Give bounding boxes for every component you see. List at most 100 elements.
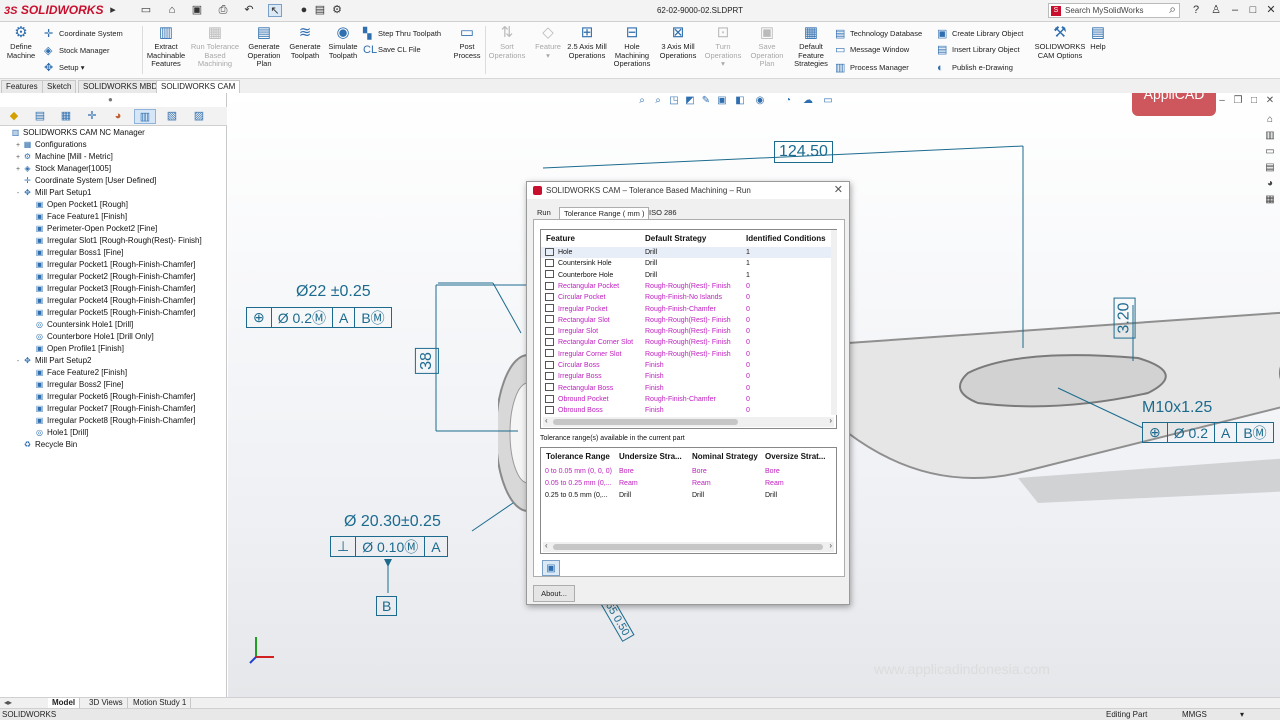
feature-row[interactable]: Irregular Corner Slot Rough-Rough(Rest)- … — [541, 349, 831, 360]
help-button[interactable]: ▤ Help — [1086, 24, 1110, 52]
feature-control-frame-1[interactable]: ⊕ Ø 0.2Ⓜ A BⓂ — [246, 307, 392, 328]
search-icon[interactable]: ⌕ — [1169, 3, 1176, 16]
view-palette-icon[interactable]: ▤ — [1263, 161, 1277, 175]
feature-row[interactable]: Circular Boss Finish 0 — [541, 360, 831, 371]
message-window-button[interactable]: ▭ Message Window — [835, 43, 909, 59]
feature-control-frame-3[interactable]: ⊥ Ø 0.10Ⓜ A — [330, 536, 448, 557]
undo-icon[interactable]: ↶ — [242, 4, 256, 17]
tolerance-range-row[interactable]: 0 to 0.05 mm (0, 0, 0) Bore Bore Bore — [541, 466, 837, 477]
25-axis-mill-operations-button[interactable]: ⊞ 2.5 Axis Mill Operations — [567, 24, 607, 60]
tree-item[interactable]: ▣ Irregular Pocket2 [Rough-Finish-Chamfer… — [2, 271, 226, 283]
minimize-button[interactable]: – — [1226, 3, 1244, 18]
tree-item[interactable]: ▣ Irregular Boss1 [Fine] — [2, 247, 226, 259]
insert-library-object-button[interactable]: ▤ Insert Library Object — [937, 43, 1020, 59]
tree-item[interactable]: ♻ Recycle Bin — [2, 439, 226, 451]
tree-item[interactable]: ▣ Irregular Pocket6 [Rough-Finish-Chamfer… — [2, 391, 226, 403]
user-icon[interactable]: ♙ — [1207, 3, 1225, 18]
rebuild-icon[interactable]: ● — [297, 4, 311, 17]
cam-operation-tree-tab-icon[interactable]: ▧ — [161, 109, 183, 124]
save-icon[interactable]: ▣ — [190, 4, 204, 17]
tree-item[interactable]: ▣ Irregular Pocket3 [Rough-Finish-Chamfer… — [2, 283, 226, 295]
turn-operations-button[interactable]: ⊡ Turn Operations ▾ — [702, 24, 744, 69]
file-explorer-icon[interactable]: ▭ — [1263, 145, 1277, 159]
feature-control-frame-2[interactable]: ⊕ Ø 0.2 A BⓂ — [1142, 422, 1274, 443]
default-feature-strategies-button[interactable]: ▦ Default Feature Strategies — [790, 24, 832, 69]
coordinate-system-button[interactable]: ✛ Coordinate System — [44, 27, 123, 43]
save-operation-plan-button[interactable]: ▣ Save Operation Plan — [746, 24, 788, 69]
feature-row[interactable]: Rectangular Boss Finish 0 — [541, 383, 831, 394]
status-options-icon[interactable]: ▾ — [1240, 709, 1244, 720]
post-process-button[interactable]: ▭ Post Process — [450, 24, 484, 60]
tree-item[interactable]: ▣ Perimeter-Open Pocket2 [Fine] — [2, 223, 226, 235]
tab-sketch[interactable]: Sketch — [42, 80, 77, 93]
tree-item[interactable]: ▣ Irregular Slot1 [Rough-Rough(Rest)- Fin… — [2, 235, 226, 247]
run-tbm-button[interactable]: ▦ Run Tolerance Based Machining — [190, 24, 240, 69]
help-icon[interactable]: ? — [1187, 3, 1205, 18]
feature-row[interactable]: Irregular Slot Rough-Rough(Rest)- Finish 0 — [541, 326, 831, 337]
tab-solidworks-mbd[interactable]: SOLIDWORKS MBD — [78, 80, 163, 93]
stock-manager-button[interactable]: ◈ Stock Manager — [44, 44, 109, 60]
feature-row[interactable]: Obround Pocket Rough-Finish-Chamfer 0 — [541, 394, 831, 405]
about-button[interactable]: About... — [533, 585, 575, 602]
tree-item[interactable]: - ✥ Mill Part Setup2 — [2, 355, 226, 367]
display-manager-tab-icon[interactable]: ◕ — [107, 109, 129, 124]
print-icon[interactable]: ⎙ — [216, 4, 230, 17]
cam-tool-tree-tab-icon[interactable]: ▨ — [188, 109, 210, 124]
file-properties-icon[interactable]: ▤ — [313, 4, 327, 17]
configuration-manager-tab-icon[interactable]: ▦ — [55, 109, 77, 124]
tree-item[interactable]: ◎ Countersink Hole1 [Drill] — [2, 319, 226, 331]
close-button[interactable]: ✕ — [1262, 3, 1280, 18]
tree-item[interactable]: + ⚙ Machine [Mill - Metric] — [2, 151, 226, 163]
appearances-icon[interactable]: ◕ — [1263, 177, 1277, 191]
tree-item[interactable]: - ✥ Mill Part Setup1 — [2, 187, 226, 199]
generate-toolpath-button[interactable]: ≋ Generate Toolpath — [286, 24, 324, 60]
dimension-diameter-20-30[interactable]: Ø 20.30±0.25 — [344, 513, 441, 531]
publish-edrawing-button[interactable]: ◐ Publish e-Drawing — [937, 61, 1013, 77]
tree-item[interactable]: ▣ Irregular Pocket1 [Rough-Finish-Chamfer… — [2, 259, 226, 271]
property-manager-tab-icon[interactable]: ▤ — [29, 109, 51, 124]
open-file-icon[interactable]: ⌂ — [165, 4, 179, 17]
tree-item[interactable]: ✛ Coordinate System [User Defined] — [2, 175, 226, 187]
solidworks-logo[interactable]: 3S SOLIDWORKS — [4, 3, 103, 17]
dimension-38[interactable]: 38 — [414, 348, 439, 374]
step-thru-toolpath-button[interactable]: ▚ Step Thru Toolpath — [363, 27, 441, 43]
feature-button[interactable]: ◇ Feature ▾ — [530, 24, 566, 60]
hole-machining-operations-button[interactable]: ⊟ Hole Machining Operations — [612, 24, 652, 69]
feature-row[interactable]: Countersink Hole Drill 1 — [541, 258, 831, 269]
tree-item[interactable]: ▣ Irregular Pocket7 [Rough-Finish-Chamfer… — [2, 403, 226, 415]
dimension-m10[interactable]: M10x1.25 — [1142, 399, 1212, 417]
generate-operation-plan-button[interactable]: ▤ Generate Operation Plan — [245, 24, 283, 69]
extract-features-button[interactable]: ▥ Extract Machinable Features — [144, 24, 188, 69]
feature-row[interactable]: Obround Boss Finish 0 — [541, 405, 831, 416]
tree-item[interactable]: + ◈ Stock Manager[1005] — [2, 163, 226, 175]
tolerance-range-row[interactable]: 0.05 to 0.25 mm (0,... Ream Ream Ream — [541, 478, 837, 489]
collapse-handle-icon[interactable]: ● — [108, 95, 113, 104]
technology-database-button[interactable]: ▤ Technology Database — [835, 27, 922, 43]
process-manager-button[interactable]: ▥ Process Manager — [835, 61, 909, 77]
new-file-icon[interactable]: ▭ — [139, 4, 153, 17]
3-axis-mill-operations-button[interactable]: ⊠ 3 Axis Mill Operations — [656, 24, 700, 60]
feature-row[interactable]: Irregular Boss Finish 0 — [541, 371, 831, 382]
dimxpert-tab-icon[interactable]: ✛ — [81, 109, 103, 124]
feature-row[interactable]: Hole Drill 1 — [541, 247, 831, 259]
dialog-close-icon[interactable]: ✕ — [834, 182, 843, 199]
tree-item[interactable]: ▣ Irregular Boss2 [Fine] — [2, 379, 226, 391]
simulate-toolpath-button[interactable]: ◉ Simulate Toolpath — [324, 24, 362, 60]
dimension-124-50[interactable]: 124.50 — [774, 141, 833, 163]
tab-scroll-arrows[interactable]: ◂▸ — [4, 698, 12, 707]
tree-item[interactable]: ◎ Counterbore Hole1 [Drill Only] — [2, 331, 226, 343]
tree-item[interactable]: ▣ Irregular Pocket5 [Rough-Finish-Chamfer… — [2, 307, 226, 319]
cam-options-button[interactable]: ⚒ SOLIDWORKS CAM Options — [1034, 24, 1086, 60]
tree-item[interactable]: ◎ Hole1 [Drill] — [2, 427, 226, 439]
tree-item[interactable]: ▥ SOLIDWORKS CAM NC Manager — [2, 127, 226, 139]
feature-row[interactable]: Irregular Pocket Rough-Finish-Chamfer 0 — [541, 304, 831, 315]
tree-item[interactable]: ▣ Open Pocket1 [Rough] — [2, 199, 226, 211]
table-horizontal-scrollbar[interactable]: ‹ › — [543, 416, 834, 427]
tab-solidworks-cam[interactable]: SOLIDWORKS CAM — [156, 80, 241, 93]
feature-row[interactable]: Rectangular Slot Rough-Rough(Rest)- Finis… — [541, 315, 831, 326]
tree-item[interactable]: + ▦ Configurations — [2, 139, 226, 151]
datum-b[interactable]: B — [376, 596, 398, 616]
range-horizontal-scrollbar[interactable]: ‹ › — [543, 541, 834, 552]
tree-item[interactable]: ▣ Face Feature1 [Finish] — [2, 211, 226, 223]
feature-row[interactable]: Rectangular Pocket Rough-Rough(Rest)- Fin… — [541, 281, 831, 292]
